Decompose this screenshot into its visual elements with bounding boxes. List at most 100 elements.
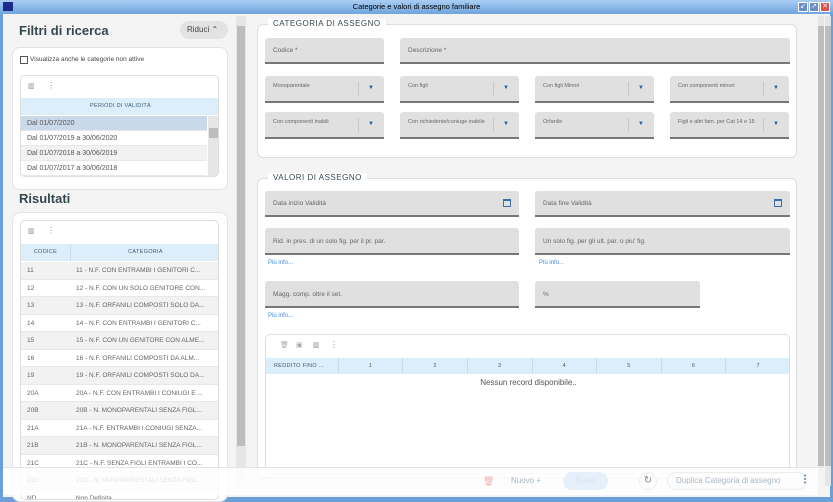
cell-categoria: 11 - N.F. CON ENTRAMBI I GENITORI C... [76,267,201,274]
select-field[interactable]: Con componenti minori ▼ [670,76,789,103]
delete-icon[interactable]: 🗑 [280,341,289,349]
codice-field[interactable]: Codice * [265,38,384,64]
column-header[interactable]: 6 [661,358,727,374]
select-field[interactable]: Orfanile ▼ [535,112,654,139]
chevron-up-icon: ⌃ [211,25,219,34]
categoria-legend: CATEGORIA DI ASSEGNO [268,19,386,28]
column-header[interactable]: 1 [338,358,404,374]
more-vert-icon[interactable]: ⋮ [330,340,338,349]
new-button[interactable]: Nuovo + [511,476,541,485]
select-field[interactable]: Monoparentale ▼ [265,76,384,103]
data-inizio-field[interactable]: Data inizio Validità [265,191,519,217]
delete-icon[interactable]: 🗑 [483,476,494,487]
separator [763,82,764,96]
select-field[interactable]: Con figli ▼ [400,76,519,103]
column-header[interactable]: 3 [467,358,533,374]
cell-codice: 13 [27,302,35,309]
column-header-codice[interactable]: CODICE [21,244,71,261]
checkbox-label: Visualizza anche le categorie non attive [30,56,145,63]
dropdown-arrow-icon[interactable]: ▼ [503,85,509,91]
periods-scrollbar[interactable] [208,116,218,176]
table-row[interactable]: 19 19 - N.F. ORFANILI COMPOSTI SOLO DA... [21,367,218,385]
separator [358,118,359,132]
save-icon[interactable]: ▣ [296,341,303,349]
close-button[interactable]: ✕ [820,2,830,12]
column-header[interactable]: 5 [597,358,662,374]
cell-codice: 20B [27,407,39,414]
separator [628,118,629,132]
select-field[interactable]: Con figli Minori ▼ [535,76,654,103]
table-row[interactable]: 20A 20A - N.F. CON ENTRAMBI I CONIUGI E .… [21,385,218,402]
columns-icon[interactable]: ▥ [313,341,320,349]
column-header[interactable]: REDDITO FINO ... [266,358,339,374]
valori-legend: VALORI DI ASSEGNO [268,173,367,182]
column-header[interactable]: 7 [726,358,789,374]
column-header-categoria[interactable]: CATEGORIA [71,244,218,261]
descrizione-field[interactable]: Descrizione * [400,38,790,64]
table-row[interactable]: 16 16 - N.F. ORFANILI COMPOSTI DA ALM... [21,350,218,367]
select-label: Figli e altri fam. per Cat 14 e 15 [678,119,755,125]
magg-field[interactable]: Magg. comp. oltre il set. [265,281,519,308]
filters-title: Filtri di ricerca [19,23,109,38]
columns-icon[interactable]: ▥ [28,82,35,90]
dropdown-arrow-icon[interactable]: ▼ [368,121,374,127]
dropdown-arrow-icon[interactable]: ▼ [368,85,374,91]
select-label: Orfanile [543,119,563,125]
left-scrollbar[interactable] [236,16,246,486]
reddito-header: REDDITO FINO ... 1 2 3 4 5 6 7 [266,358,789,374]
table-row[interactable]: 12 12 - N.F. CON UN SOLO GENITORE CON... [21,280,218,297]
table-row[interactable]: 20B 20B - N. MONOPARENTALI SENZA FIGL... [21,402,218,420]
dropdown-arrow-icon[interactable]: ▼ [638,85,644,91]
dropdown-arrow-icon[interactable]: ▼ [773,121,779,127]
table-row[interactable]: 13 13 - N.F. ORFANILI COMPOSTI SOLO DA... [21,297,218,315]
inactive-categories-checkbox[interactable] [20,56,28,64]
more-vert-icon[interactable]: ⋮ [47,81,55,90]
period-row[interactable]: Dal 01/07/2020 [21,116,207,131]
more-info-link[interactable]: Più info... [268,313,293,319]
table-row[interactable]: 15 15 - N.F. CON UN GENITORE CON ALME... [21,332,218,350]
save-label: Salva [575,476,596,485]
minimize-button[interactable]: ↙ [798,2,808,12]
calendar-icon[interactable] [774,199,782,207]
title-bar: Categorie e valori di assegno familiare [0,0,833,14]
save-button[interactable]: Salva [563,472,608,490]
separator [493,118,494,132]
column-header[interactable]: 2 [403,358,468,374]
columns-icon[interactable]: ▥ [28,227,35,235]
duplicate-button[interactable]: Duplica Categoria di assegno [667,472,807,490]
window-scrollbar[interactable] [825,16,831,486]
dropdown-arrow-icon[interactable]: ▼ [773,85,779,91]
maximize-button[interactable]: ↗ [809,2,819,12]
separator [358,82,359,96]
separator [628,82,629,96]
refresh-icon[interactable]: ↻ [639,472,657,490]
dropdown-arrow-icon[interactable]: ▼ [638,121,644,127]
results-rows: 11 11 - N.F. CON ENTRAMBI I GENITORI C...… [21,262,218,499]
select-field[interactable]: Figli e altri fam. per Cat 14 e 15 ▼ [670,112,789,139]
period-row[interactable]: Dal 01/07/2017 a 30/06/2018 [21,161,207,176]
more-info-link[interactable]: Più info... [539,260,564,266]
collapse-filters-button[interactable]: Riduci ⌃ [180,21,228,39]
period-row[interactable]: Dal 01/07/2018 a 30/06/2019 [21,146,207,161]
more-info-link[interactable]: Più info... [268,260,293,266]
select-label: Con richiedente/coniuge inabile [408,119,485,125]
dropdown-arrow-icon[interactable]: ▼ [503,121,509,127]
table-row[interactable]: 21A 21A - N.F. ENTRAMBI I CONIUGI SENZA..… [21,420,218,437]
select-field[interactable]: Con componenti inabili ▼ [265,112,384,139]
select-label: Con figli [408,83,428,89]
more-vert-icon[interactable]: ⋮ [47,226,55,235]
table-row[interactable]: 21B 21B - N. MONOPARENTALI SENZA FIGL... [21,437,218,455]
data-inizio-label: Data inizio Validità [273,200,326,207]
right-scrollbar[interactable] [818,16,824,468]
select-field[interactable]: Con richiedente/coniuge inabile ▼ [400,112,519,139]
calendar-icon[interactable] [503,199,511,207]
column-header[interactable]: 4 [532,358,598,374]
un-solo-field[interactable]: Un solo fig. per gli ult. par. o piu' fi… [535,228,790,255]
period-row[interactable]: Dal 01/07/2019 a 30/06/2020 [21,131,207,146]
more-vert-icon[interactable]: ⋮ [800,474,810,485]
table-row[interactable]: 11 11 - N.F. CON ENTRAMBI I GENITORI C... [21,262,218,280]
table-row[interactable]: 14 14 - N.F. CON ENTRAMBI I GENITORI C... [21,315,218,332]
rid-field[interactable]: Rid. in pres. di un solo fig. per il pr.… [265,228,519,255]
percent-field[interactable]: % [535,281,700,308]
data-fine-field[interactable]: Data fine Validità [535,191,790,217]
